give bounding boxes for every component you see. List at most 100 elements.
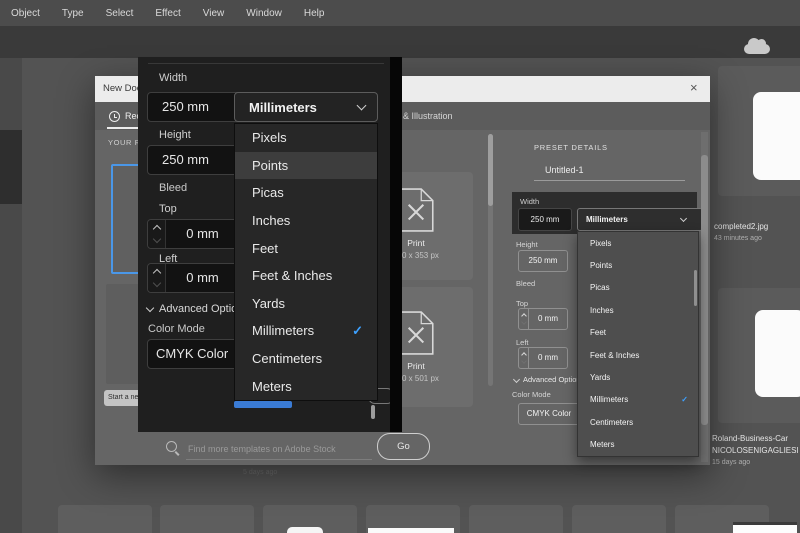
file-name[interactable]: completed2.jpg bbox=[714, 222, 768, 231]
stepper-value: 0 mm bbox=[186, 270, 219, 285]
unit-option-label: Pixels bbox=[252, 130, 287, 146]
unit-option[interactable]: Meters ✓ bbox=[235, 372, 377, 400]
height-input[interactable]: 250 mm bbox=[147, 145, 241, 175]
stock-search-input[interactable]: Find more templates on Adobe Stock bbox=[188, 444, 336, 454]
cloud-sync-icon[interactable] bbox=[744, 38, 770, 54]
unit-option[interactable]: Inches ✓ bbox=[235, 207, 377, 235]
search-underline bbox=[186, 459, 372, 460]
unit-option-label: Millimeters bbox=[252, 323, 315, 339]
unit-option-label: Meters bbox=[590, 440, 615, 450]
arrow-up-icon bbox=[152, 224, 161, 234]
unit-option-label: Centimeters bbox=[590, 417, 634, 427]
unit-option[interactable]: Yards ✓ bbox=[235, 290, 377, 318]
unit-option[interactable]: Feet & Inches ✓ bbox=[235, 262, 377, 290]
unit-option[interactable]: Millimeters ✓ bbox=[235, 317, 377, 345]
unit-option[interactable]: Pixels ✓ bbox=[235, 124, 377, 152]
menu-item[interactable]: Type bbox=[51, 8, 95, 19]
unit-option[interactable]: Feet ✓ bbox=[578, 322, 698, 344]
stepper-value: 0 mm bbox=[538, 314, 558, 323]
file-thumbnail bbox=[755, 310, 800, 397]
preset-name: Print bbox=[407, 361, 425, 371]
advanced-options-label: Advanced Options bbox=[523, 375, 585, 384]
dialog-scrollbar-thumb[interactable] bbox=[701, 155, 708, 425]
arrow-up-icon bbox=[152, 268, 161, 278]
dropdown-scrollbar[interactable] bbox=[694, 270, 697, 306]
width-label: Width bbox=[520, 197, 540, 206]
template-card[interactable] bbox=[469, 505, 563, 533]
stepper-value: 0 mm bbox=[538, 353, 558, 362]
stepper-arrows[interactable] bbox=[519, 348, 529, 368]
unit-option[interactable]: Pixels ✓ bbox=[578, 232, 698, 254]
chevron-down-icon bbox=[679, 214, 688, 223]
file-meta: 43 minutes ago bbox=[714, 235, 762, 242]
clock-icon bbox=[109, 111, 120, 122]
unit-option[interactable]: Inches ✓ bbox=[578, 299, 698, 321]
color-mode-select[interactable]: CMYK Color bbox=[518, 403, 580, 425]
stepper-arrows[interactable] bbox=[148, 220, 166, 248]
chevron-down-icon bbox=[356, 100, 367, 111]
bleed-left-stepper[interactable]: 0 mm bbox=[518, 347, 568, 369]
document-name-field[interactable]: Untitled-1 bbox=[545, 165, 584, 175]
create-button-fragment bbox=[234, 401, 292, 408]
menu-item[interactable]: Object bbox=[0, 8, 51, 19]
left-dark-panel bbox=[0, 130, 22, 204]
stepper-arrows[interactable] bbox=[148, 264, 166, 292]
advanced-options-toggle[interactable]: Advanced Options bbox=[512, 375, 585, 384]
bleed-top-stepper[interactable]: 0 mm bbox=[518, 308, 568, 330]
dropdown-scrollbar[interactable] bbox=[371, 405, 375, 419]
height-input[interactable]: 250 mm bbox=[518, 250, 568, 272]
unit-option-label: Feet bbox=[252, 240, 279, 256]
menu-item[interactable]: Effect bbox=[144, 8, 191, 19]
illustrator-app: Object Type Select Effect View Window He… bbox=[0, 0, 800, 533]
unit-option[interactable]: Centimeters ✓ bbox=[578, 411, 698, 433]
stepper-value: 0 mm bbox=[186, 226, 219, 241]
unit-option[interactable]: Meters ✓ bbox=[578, 434, 698, 456]
unit-option[interactable]: Picas ✓ bbox=[578, 277, 698, 299]
arrow-down-icon bbox=[152, 234, 161, 244]
close-icon[interactable]: × bbox=[690, 81, 698, 95]
chevron-down-icon bbox=[145, 303, 155, 312]
arrow-down-icon bbox=[152, 278, 161, 288]
unit-option[interactable]: Feet & Inches ✓ bbox=[578, 344, 698, 366]
template-card[interactable] bbox=[58, 505, 152, 533]
tab-active-underline bbox=[107, 127, 141, 129]
file-name[interactable]: Roland-Business-Car bbox=[712, 434, 788, 443]
menu-item[interactable]: Window bbox=[235, 8, 293, 19]
unit-option[interactable]: Points ✓ bbox=[235, 151, 377, 180]
menu-item[interactable]: Select bbox=[95, 8, 145, 19]
template-card[interactable] bbox=[160, 505, 254, 533]
template-thumb bbox=[733, 522, 797, 533]
check-icon: ✓ bbox=[352, 322, 363, 338]
unit-option-label: Picas bbox=[590, 283, 610, 293]
menu-item[interactable]: Help bbox=[293, 8, 336, 19]
unit-option[interactable]: Centimeters ✓ bbox=[235, 345, 377, 373]
name-field-underline bbox=[534, 180, 685, 181]
width-input[interactable]: 250 mm bbox=[518, 208, 572, 231]
arrow-down-icon bbox=[520, 358, 527, 364]
units-select[interactable]: Millimeters bbox=[577, 208, 703, 231]
presets-scrollbar[interactable] bbox=[488, 134, 493, 386]
unit-option[interactable]: Picas ✓ bbox=[235, 179, 377, 207]
width-input[interactable]: 250 mm bbox=[147, 92, 241, 122]
stepper-arrows[interactable] bbox=[519, 309, 529, 329]
bleed-top-stepper[interactable]: 0 mm bbox=[147, 219, 240, 249]
template-card[interactable] bbox=[572, 505, 666, 533]
template-thumb bbox=[368, 528, 454, 533]
bleed-left-stepper[interactable]: 0 mm bbox=[147, 263, 240, 293]
top-label: Top bbox=[516, 299, 529, 308]
menu-bar: Object Type Select Effect View Window He… bbox=[0, 0, 800, 27]
unit-option[interactable]: Feet ✓ bbox=[235, 234, 377, 262]
units-select[interactable]: Millimeters bbox=[234, 92, 378, 122]
menu-item[interactable]: View bbox=[192, 8, 236, 19]
recent-file-card[interactable] bbox=[718, 66, 800, 196]
recent-file-card[interactable] bbox=[718, 288, 800, 423]
unit-option[interactable]: Yards ✓ bbox=[578, 366, 698, 388]
unit-option[interactable]: Millimeters ✓ bbox=[578, 389, 698, 411]
preset-details-heading: PRESET DETAILS bbox=[534, 143, 608, 152]
scrollbar-thumb[interactable] bbox=[488, 134, 493, 206]
unit-option[interactable]: Points ✓ bbox=[578, 254, 698, 276]
unit-option-label: Inches bbox=[590, 305, 614, 315]
missing-file-icon bbox=[398, 188, 434, 232]
chevron-down-icon bbox=[512, 375, 521, 384]
go-button[interactable]: Go bbox=[377, 433, 430, 460]
